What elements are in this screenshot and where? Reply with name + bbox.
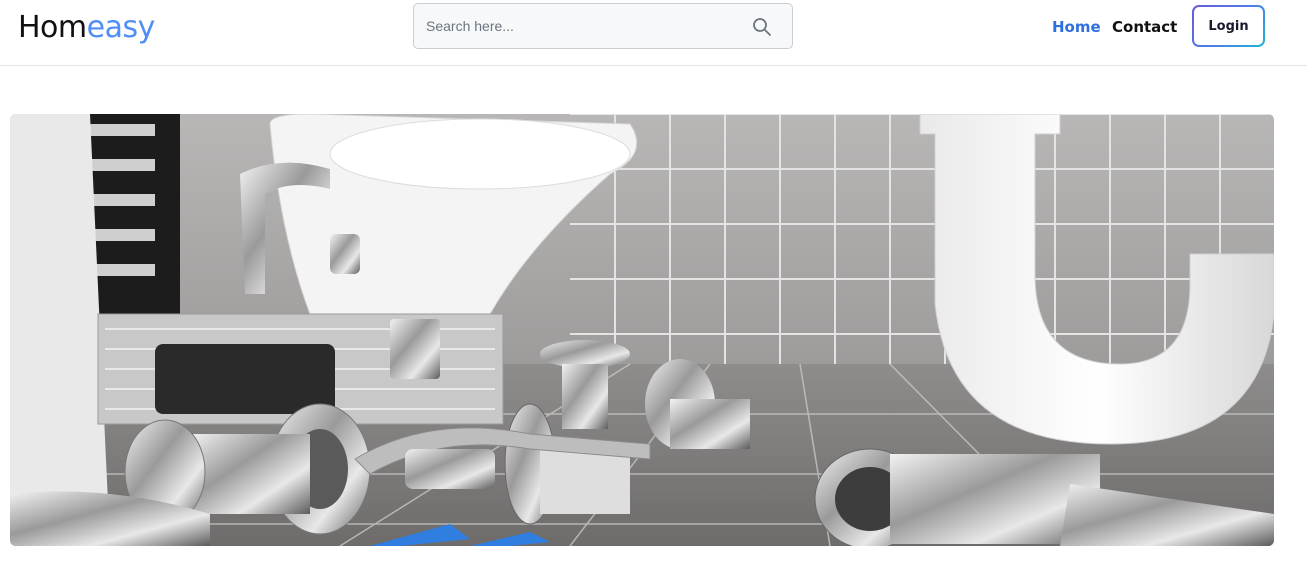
login-button-label: Login [1194, 7, 1263, 45]
brand-prefix: Hom [18, 10, 87, 45]
search-bar [413, 3, 793, 49]
hero-image [10, 114, 1274, 546]
brand-accent: easy [86, 10, 156, 45]
hero-plumbing-illustration [10, 114, 1274, 546]
search-icon[interactable] [752, 17, 772, 37]
search-input[interactable] [426, 4, 746, 48]
nav-home-link[interactable]: Home [1052, 17, 1101, 37]
navbar: Homeasy Home Contact Login [0, 0, 1307, 66]
nav-contact-link[interactable]: Contact [1112, 17, 1177, 37]
login-button[interactable]: Login [1192, 5, 1265, 47]
brand-logo[interactable]: Homeasy [18, 8, 155, 48]
